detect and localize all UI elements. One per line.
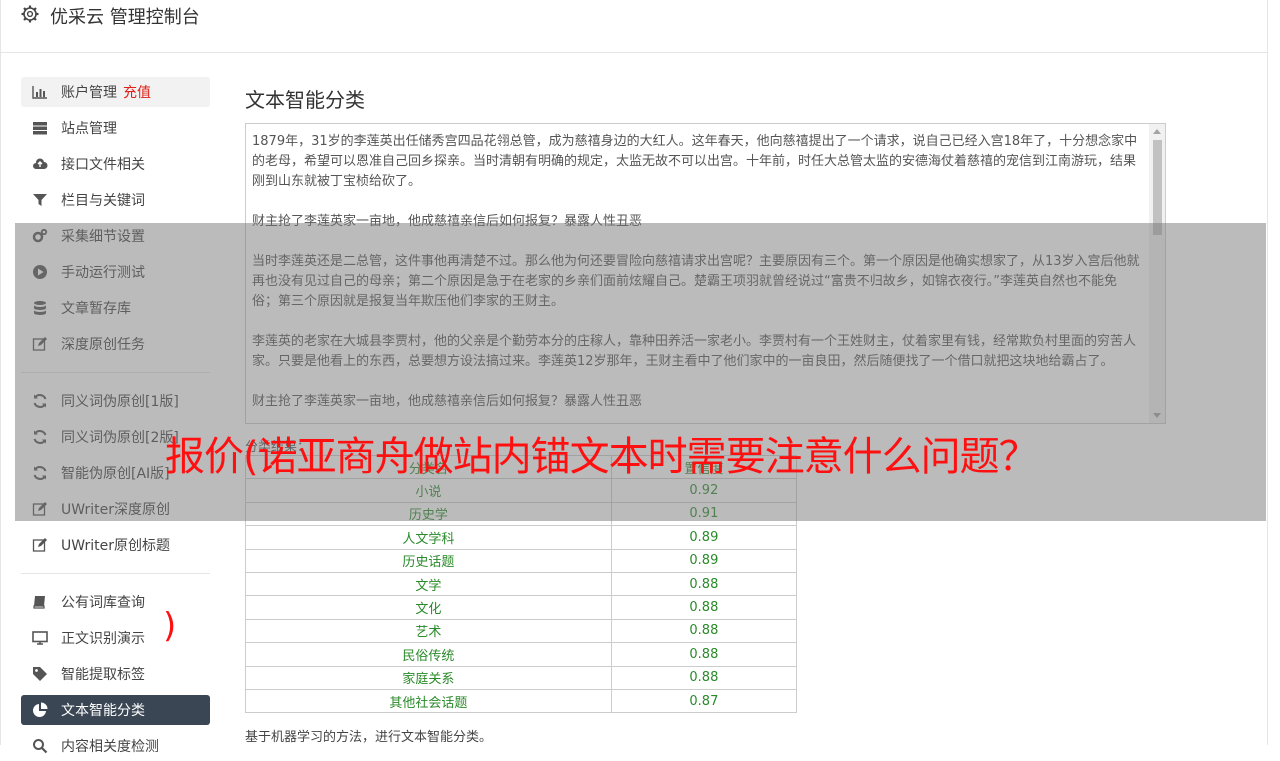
gear-icon: [21, 5, 39, 23]
app-title: 优采云 管理控制台: [50, 7, 200, 28]
confidence-cell: 0.88: [610, 642, 798, 667]
sidebar-divider: [21, 573, 210, 574]
left-border: [0, 0, 1, 745]
category-cell: 民俗传统: [245, 642, 612, 667]
table-row: 其他社会话题 0.87: [245, 688, 798, 714]
text-paragraph: 1879年，31岁的李莲英出任储秀宫四品花翎总管，成为慈禧身边的大红人。这年春天…: [252, 134, 1138, 189]
filter-icon: [33, 194, 47, 206]
cloud-upload-icon: [33, 158, 48, 169]
edit-icon: [32, 538, 47, 552]
table-row: 历史话题 0.89: [245, 548, 798, 573]
sidebar-item-tag-extract[interactable]: 智能提取标签: [21, 659, 210, 689]
sidebar-item-columns-keywords[interactable]: 栏目与关键词: [21, 185, 210, 215]
sidebar-item-relevance-check[interactable]: 内容相关度检测: [21, 731, 210, 761]
confidence-cell: 0.88: [610, 665, 798, 690]
sidebar-item-public-lexicon[interactable]: 公有词库查询: [21, 587, 210, 617]
confidence-cell: 0.87: [610, 688, 798, 714]
scroll-up-icon[interactable]: [1153, 129, 1161, 134]
confidence-cell: 0.88: [610, 595, 798, 620]
top-header: 优采云 管理控制台: [0, 0, 1268, 53]
overlay-paren: ): [163, 606, 177, 646]
sidebar-item-uwriter-title[interactable]: UWriter原创标题: [21, 530, 210, 560]
sidebar-item-text-recognition[interactable]: 正文识别演示: [21, 623, 210, 653]
category-cell: 文化: [245, 595, 612, 620]
monitor-icon: [32, 631, 48, 645]
search-icon: [33, 739, 48, 754]
table-row: 文学 0.88: [245, 571, 798, 597]
sidebar-item-label: 站点管理: [61, 121, 117, 137]
sidebar-item-label: 栏目与关键词: [61, 193, 145, 209]
sidebar-item-label: 接口文件相关: [61, 157, 145, 173]
confidence-cell: 0.88: [610, 618, 798, 644]
category-cell: 文学: [245, 571, 612, 597]
confidence-cell: 0.88: [610, 571, 798, 597]
bar-chart-icon: [32, 86, 47, 99]
sidebar-item-sites[interactable]: 站点管理: [21, 113, 210, 143]
category-cell: 家庭关系: [245, 665, 612, 690]
right-border: [1267, 0, 1268, 745]
sidebar-item-label: 账户管理: [61, 85, 117, 101]
book-icon: [33, 596, 45, 609]
table-row: 家庭关系 0.88: [245, 665, 798, 690]
category-cell: 人文学科: [245, 525, 612, 550]
table-row: 艺术 0.88: [245, 618, 798, 644]
recharge-link[interactable]: 充值: [123, 82, 151, 102]
sidebar-item-interface-files[interactable]: 接口文件相关: [21, 149, 210, 179]
scrollbar-thumb[interactable]: [1153, 140, 1162, 235]
footnote: 基于机器学习的方法，进行文本智能分类。: [245, 730, 493, 745]
overlay-headline: 报价(诺亚商舟做站内锚文本时需要注意什么问题？: [165, 434, 1039, 480]
sidebar-item-label: 公有词库查询: [61, 595, 145, 611]
sidebar-item-label: 正文识别演示: [61, 631, 145, 647]
sidebar-item-text-classify[interactable]: 文本智能分类: [21, 695, 210, 725]
page-title: 文本智能分类: [245, 88, 365, 112]
sidebar-item-label: 智能提取标签: [61, 667, 145, 683]
sidebar-item-account[interactable]: 账户管理 充值: [21, 77, 210, 107]
tag-icon: [33, 667, 47, 681]
category-cell: 艺术: [245, 618, 612, 644]
table-row: 民俗传统 0.88: [245, 642, 798, 667]
confidence-cell: 0.89: [610, 525, 798, 550]
table-row: 文化 0.88: [245, 595, 798, 620]
pie-chart-icon: [33, 702, 48, 717]
sidebar-item-label: 内容相关度检测: [61, 739, 159, 755]
table-row: 人文学科 0.89: [245, 525, 798, 550]
confidence-cell: 0.89: [610, 548, 798, 573]
category-cell: 其他社会话题: [245, 688, 612, 714]
category-cell: 历史话题: [245, 548, 612, 573]
sidebar-item-label: UWriter原创标题: [61, 538, 170, 554]
sidebar-item-label: 文本智能分类: [61, 703, 145, 719]
server-icon: [33, 122, 47, 135]
